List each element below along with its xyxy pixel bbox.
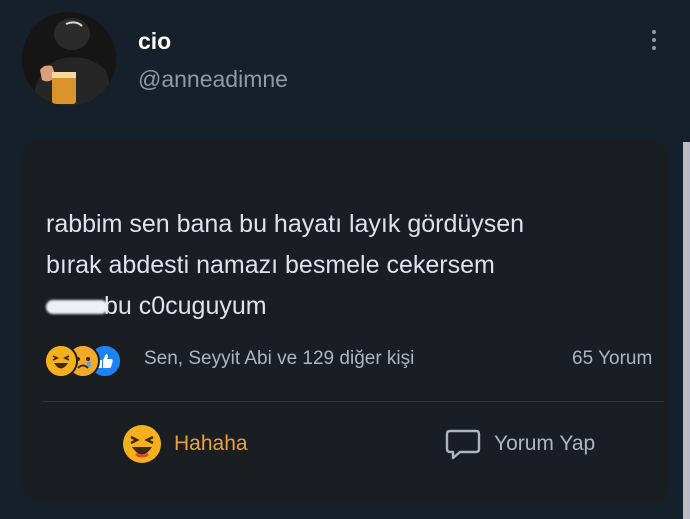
divider bbox=[42, 401, 664, 402]
post-line: rabbim sen bana bu hayatı layık gördüyse… bbox=[46, 210, 525, 238]
reaction-summary[interactable]: Sen, Seyyit Abi ve 129 diğer kişi bbox=[144, 348, 414, 370]
profile-photo bbox=[22, 12, 116, 106]
post-line: bu c0cuguyum bbox=[46, 286, 648, 327]
haha-emoji-icon bbox=[123, 425, 161, 463]
comment-button-label: Yorum Yap bbox=[494, 432, 596, 455]
comment-button[interactable]: Yorum Yap bbox=[444, 420, 595, 468]
comment-icon bbox=[445, 429, 481, 460]
scrollbar[interactable] bbox=[683, 142, 690, 519]
haha-emoji bbox=[44, 344, 78, 378]
username-handle[interactable]: @anneadimne bbox=[138, 66, 288, 93]
post-text: rabbim sen bana bu hayatı layık gördüyse… bbox=[46, 204, 648, 327]
menu-dot bbox=[652, 46, 656, 50]
haha-button[interactable]: Hahaha bbox=[122, 420, 248, 468]
post-line-suffix: bu c0cuguyum bbox=[104, 292, 267, 320]
display-name[interactable]: cio bbox=[138, 28, 171, 55]
censored-word bbox=[46, 300, 108, 315]
menu-dot bbox=[652, 30, 656, 34]
comment-count[interactable]: 65 Yorum bbox=[572, 348, 652, 370]
post-line: bırak abdesti namazı besmele cekersem bbox=[46, 251, 495, 279]
haha-button-label: Hahaha bbox=[174, 432, 248, 455]
menu-dot bbox=[652, 38, 656, 42]
more-vertical-icon[interactable] bbox=[642, 24, 666, 56]
avatar[interactable] bbox=[22, 12, 116, 106]
reaction-icons[interactable] bbox=[44, 344, 136, 378]
embedded-post-card: rabbim sen bana bu hayatı layık gördüyse… bbox=[22, 140, 668, 502]
